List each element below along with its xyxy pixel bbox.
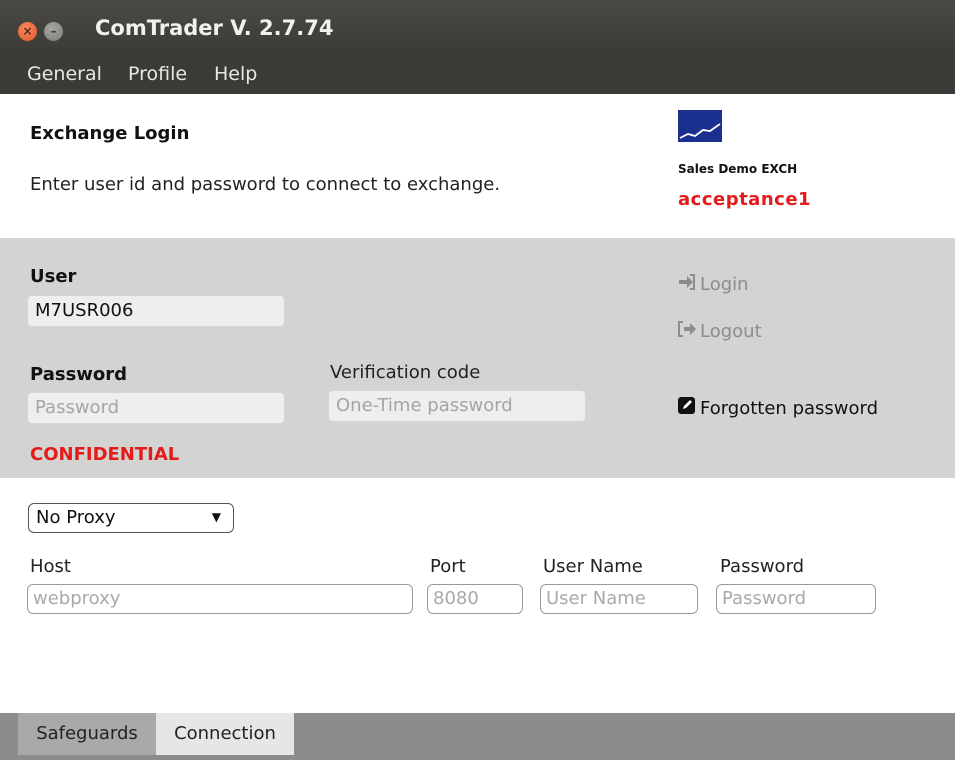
environment-name: acceptance1 xyxy=(678,189,812,210)
proxy-select[interactable]: No Proxy ▼ xyxy=(28,503,234,533)
exchange-name: Sales Demo EXCH xyxy=(678,162,798,176)
caret-down-icon: ▼ xyxy=(211,510,221,524)
close-icon: × xyxy=(22,24,33,38)
proxy-panel: No Proxy ▼ Host webproxy Port 8080 User … xyxy=(0,478,955,713)
tab-safeguards[interactable]: Safeguards xyxy=(18,713,156,755)
header-panel: Exchange Login Enter user id and passwor… xyxy=(0,94,955,238)
sign-in-icon xyxy=(678,274,700,294)
menu-help[interactable]: Help xyxy=(214,63,257,85)
login-button[interactable]: Login xyxy=(678,274,749,295)
login-panel: User M7USR006 Password Password Verifica… xyxy=(0,238,955,478)
forgotten-password-link[interactable]: Forgotten password xyxy=(678,396,878,419)
window-title: ComTrader V. 2.7.74 xyxy=(95,16,334,40)
login-label: Login xyxy=(700,274,749,295)
title-bar: × – ComTrader V. 2.7.74 xyxy=(0,0,955,56)
proxy-username-input[interactable]: User Name xyxy=(540,584,698,614)
proxy-password-input[interactable]: Password xyxy=(716,584,876,614)
password-input[interactable]: Password xyxy=(27,392,285,424)
confidential-label: CONFIDENTIAL xyxy=(30,444,180,465)
verification-code-input[interactable]: One-Time password xyxy=(328,390,586,422)
proxy-username-label: User Name xyxy=(543,556,643,577)
edit-icon xyxy=(678,396,700,418)
tab-bar: Safeguards Connection xyxy=(0,713,955,760)
menu-profile[interactable]: Profile xyxy=(128,63,187,85)
menu-bar: General Profile Help xyxy=(0,56,955,94)
close-window-button[interactable]: × xyxy=(18,22,37,41)
exchange-logo xyxy=(678,110,722,142)
host-input[interactable]: webproxy xyxy=(27,584,413,614)
user-label: User xyxy=(30,266,77,287)
proxy-password-label: Password xyxy=(720,556,805,577)
verification-code-label: Verification code xyxy=(330,362,481,383)
port-input[interactable]: 8080 xyxy=(427,584,523,614)
logout-label: Logout xyxy=(700,321,762,342)
password-label: Password xyxy=(30,364,128,385)
proxy-select-value: No Proxy xyxy=(36,507,116,528)
logout-button[interactable]: Logout xyxy=(678,321,762,342)
page-title: Exchange Login xyxy=(30,123,190,144)
forgotten-password-label: Forgotten password xyxy=(700,398,879,419)
minimize-icon: – xyxy=(50,24,57,38)
menu-general[interactable]: General xyxy=(27,63,102,85)
sign-out-icon xyxy=(678,321,700,341)
chart-trend-icon xyxy=(679,123,721,139)
user-input[interactable]: M7USR006 xyxy=(27,295,285,327)
port-label: Port xyxy=(430,556,466,577)
tab-connection[interactable]: Connection xyxy=(156,713,294,755)
minimize-window-button[interactable]: – xyxy=(44,22,63,41)
page-description: Enter user id and password to connect to… xyxy=(30,174,501,195)
host-label: Host xyxy=(30,556,71,577)
